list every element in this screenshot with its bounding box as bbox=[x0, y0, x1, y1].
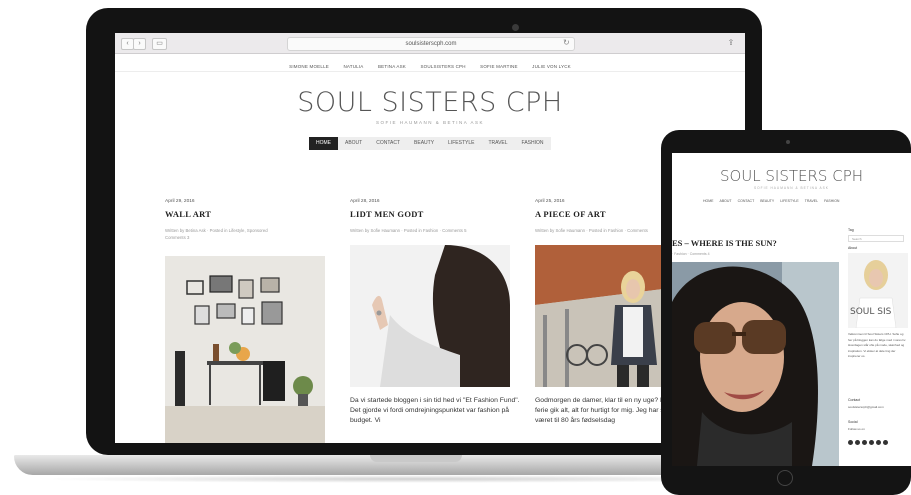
tablet-nav-about[interactable]: ABOUT bbox=[717, 197, 735, 205]
tablet-post-title[interactable]: ES – WHERE IS THE SUN? bbox=[672, 238, 777, 248]
post-comments[interactable]: Comments 3 bbox=[165, 235, 189, 240]
share-icon[interactable]: ⇪ bbox=[726, 37, 736, 48]
sister-links-bar: SIMONE MOELLE NATULIA BETINA ASK SOULSIS… bbox=[115, 55, 745, 72]
twitter-icon[interactable] bbox=[876, 440, 881, 445]
nav-fashion[interactable]: FASHION bbox=[515, 137, 551, 150]
address-bar[interactable]: soulsisterscph.com bbox=[287, 37, 575, 51]
camera-icon bbox=[786, 140, 790, 144]
post-card: April 29, 2016 WALL ART Written by Betin… bbox=[165, 199, 325, 241]
nav-contact[interactable]: CONTACT bbox=[369, 137, 407, 150]
camera-icon bbox=[512, 24, 519, 31]
home-button[interactable] bbox=[777, 470, 793, 486]
nav-lifestyle[interactable]: LIFESTYLE bbox=[441, 137, 481, 150]
social-icons bbox=[848, 440, 890, 445]
laptop-notch bbox=[370, 455, 462, 462]
tablet-screen: SOUL SISTERS CPH SOFIE HAUMANN & BETINA … bbox=[672, 153, 911, 466]
post-date: April 28, 2016 bbox=[350, 199, 380, 204]
pinterest-icon[interactable] bbox=[862, 440, 867, 445]
tablet: SOUL SISTERS CPH SOFIE HAUMANN & BETINA … bbox=[661, 130, 911, 495]
post-meta: Written by Betina Ask · Posted in Lifest… bbox=[165, 227, 325, 241]
about-text: Velkommen til Soul Sisters CPH. Sofie og… bbox=[848, 332, 906, 358]
reload-icon[interactable]: ↻ bbox=[563, 37, 570, 49]
tablet-main-nav: HOME ABOUT CONTACT BEAUTY LIFESTYLE TRAV… bbox=[700, 197, 842, 205]
instagram-icon[interactable] bbox=[855, 440, 860, 445]
forward-button[interactable]: › bbox=[133, 38, 146, 50]
sister-link[interactable]: SOFIE MARTINE bbox=[480, 59, 518, 75]
site-subtitle: SOFIE HAUMANN & BETINA ASK bbox=[375, 120, 485, 125]
about-label: About bbox=[848, 246, 858, 250]
tablet-post-meta: · Fashion · Comments 4 bbox=[672, 252, 710, 256]
sister-link[interactable]: SIMONE MOELLE bbox=[289, 59, 329, 75]
nav-beauty[interactable]: BEAUTY bbox=[407, 137, 441, 150]
post-meta: Written by Sofie Haumann · Posted in Fas… bbox=[350, 228, 467, 233]
follow-label: Follow us on bbox=[848, 427, 865, 431]
contact-email[interactable]: soulsisterscph@gmail.com bbox=[848, 405, 906, 411]
post-image-wall-art[interactable] bbox=[165, 256, 325, 443]
mail-icon[interactable] bbox=[883, 440, 888, 445]
tablet-site-subtitle: SOFIE HAUMANN & BETINA ASK bbox=[754, 186, 829, 190]
sister-link[interactable]: SOULSISTERS CPH bbox=[420, 59, 465, 75]
tablet-post-image[interactable] bbox=[672, 262, 839, 466]
nav-travel[interactable]: TRAVEL bbox=[481, 137, 514, 150]
tablet-nav-beauty[interactable]: BEAUTY bbox=[757, 197, 777, 205]
sister-link[interactable]: BETINA ASK bbox=[378, 59, 406, 75]
main-nav: HOME ABOUT CONTACT BEAUTY LIFESTYLE TRAV… bbox=[309, 137, 551, 150]
social-label: Social bbox=[848, 420, 858, 424]
tablet-nav-contact[interactable]: CONTACT bbox=[735, 197, 758, 205]
sister-link[interactable]: JULIE VON LYCK bbox=[532, 59, 571, 75]
tablet-nav-travel[interactable]: TRAVEL bbox=[802, 197, 821, 205]
tag-label: Tag bbox=[848, 228, 854, 232]
contact-label: Contact bbox=[848, 398, 861, 402]
tablet-sidebar: Tag Search About SOUL SIS Velkommen til … bbox=[848, 228, 911, 466]
post-title[interactable]: LIDT MEN GODT bbox=[350, 209, 510, 219]
browser-toolbar: ‹ › ▭ soulsisterscph.com ↻ ⇪ bbox=[115, 33, 745, 54]
tablet-nav-home[interactable]: HOME bbox=[700, 197, 717, 205]
sidebar-toggle-icon[interactable]: ▭ bbox=[152, 38, 167, 50]
post-meta-text: Written by Betina Ask · Posted in Lifest… bbox=[165, 228, 268, 233]
nav-about[interactable]: ABOUT bbox=[338, 137, 369, 150]
tablet-nav-fashion[interactable]: FASHION bbox=[821, 197, 842, 205]
search-input[interactable]: Search bbox=[848, 235, 904, 242]
tablet-nav-lifestyle[interactable]: LIFESTYLE bbox=[777, 197, 801, 205]
post-image-lidt-men-godt[interactable] bbox=[350, 245, 510, 387]
laptop-screen: ‹ › ▭ soulsisterscph.com ↻ ⇪ SIMONE MOEL… bbox=[115, 33, 745, 443]
about-image: SOUL SIS bbox=[848, 253, 908, 329]
post-date: April 29, 2016 bbox=[165, 199, 195, 204]
post-card: April 28, 2016 LIDT MEN GODT Written by … bbox=[350, 199, 510, 234]
bloglovin-icon[interactable] bbox=[869, 440, 874, 445]
about-watermark: SOUL SIS bbox=[850, 307, 892, 317]
sister-link[interactable]: NATULIA bbox=[343, 59, 363, 75]
tablet-site-title[interactable]: SOUL SISTERS CPH bbox=[672, 167, 911, 185]
post-title[interactable]: WALL ART bbox=[165, 209, 325, 219]
site-title[interactable]: SOUL SISTERS CPH bbox=[115, 87, 745, 118]
facebook-icon[interactable] bbox=[848, 440, 853, 445]
nav-home[interactable]: HOME bbox=[309, 137, 338, 150]
post-excerpt: Da vi startede bloggen i sin tid hed vi … bbox=[350, 397, 520, 424]
